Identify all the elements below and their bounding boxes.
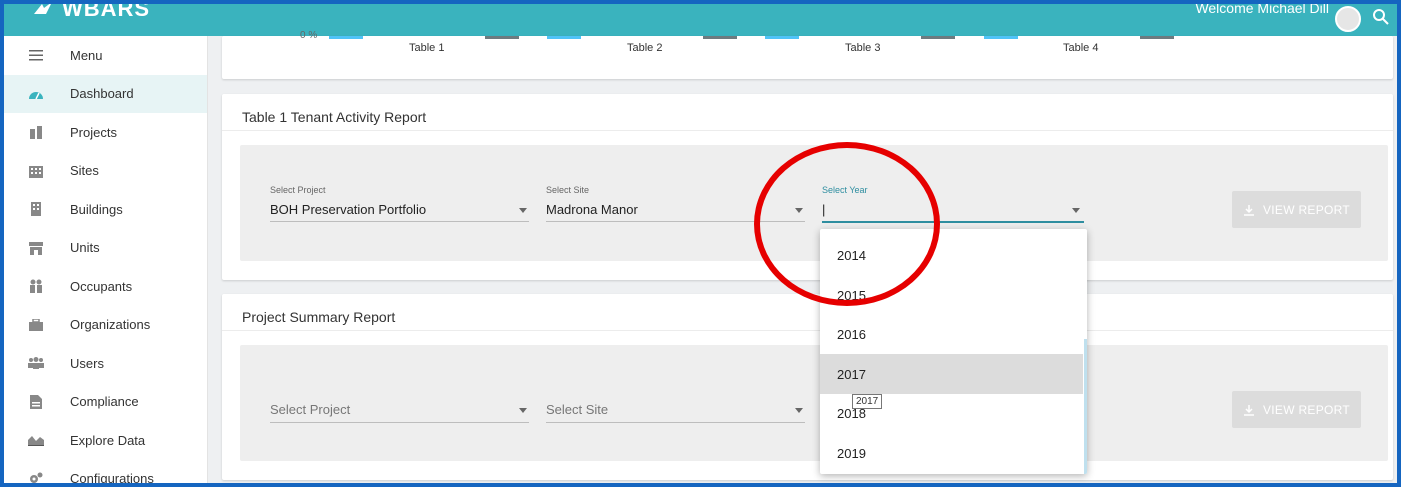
card-title: Project Summary Report [242, 309, 396, 325]
sidebar-item-projects[interactable]: Projects [4, 113, 207, 152]
sidebar-item-label: Units [70, 240, 100, 256]
sites-icon [28, 163, 44, 179]
bar-table-1-a [329, 36, 363, 39]
bar-table-3-a [765, 36, 799, 39]
year-option[interactable]: 2017 [820, 354, 1083, 394]
select-project-field[interactable]: Select Project [270, 402, 529, 423]
field-underline [270, 221, 529, 222]
x-tick-label: Table 3 [845, 42, 881, 54]
x-tick-label: Table 1 [409, 42, 445, 54]
report-filter-panel: Select Project Select Site VIEW REPORT [240, 345, 1388, 461]
field-underline [546, 422, 805, 423]
menu-icon [28, 47, 44, 63]
projects-icon [28, 124, 44, 140]
download-icon [1243, 404, 1254, 416]
card-title: Table 1 Tenant Activity Report [242, 109, 427, 125]
y-axis-zero-label: 0 % [300, 30, 318, 41]
field-label: Select Project [270, 185, 326, 195]
summary-chart-card: 0 % Table 1 Table 2 Table 3 Table 4 [222, 30, 1393, 79]
bar-table-1-b [485, 36, 519, 39]
bar-table-2-b [703, 36, 737, 39]
x-tick-label: Table 2 [627, 42, 663, 54]
sidebar-item-occupants[interactable]: Occupants [4, 267, 207, 306]
sidebar-item-label: Buildings [70, 201, 123, 217]
organizations-icon [28, 317, 44, 333]
chevron-down-icon [1072, 208, 1080, 213]
sidebar-item-label: Projects [70, 124, 117, 140]
welcome-message: Welcome Michael Dill [1195, 0, 1329, 16]
sidebar-item-users[interactable]: Users [4, 344, 207, 383]
field-value: BOH Preservation Portfolio [270, 202, 427, 217]
button-label: VIEW REPORT [1262, 402, 1351, 417]
sidebar-item-label: Occupants [70, 278, 133, 294]
field-label: Select Site [546, 185, 590, 195]
logo-mark-icon [34, 4, 51, 14]
sidebar-item-buildings[interactable]: Buildings [4, 190, 207, 229]
sidebar-item-label: Users [70, 355, 104, 371]
sidebar-item-dashboard[interactable]: Dashboard [4, 74, 207, 113]
compliance-icon [28, 394, 44, 410]
buildings-icon [28, 201, 44, 217]
sidebar-item-label: Configurations [70, 471, 154, 487]
bar-table-4-a [984, 36, 1018, 39]
bar-table-3-b [921, 36, 955, 39]
user-avatar[interactable] [1335, 6, 1361, 32]
sidebar-item-menu[interactable]: Menu [4, 36, 207, 75]
year-option[interactable]: 2016 [820, 314, 1083, 354]
occupants-icon [28, 278, 44, 294]
sidebar-item-sites[interactable]: Sites [4, 152, 207, 191]
button-label: VIEW REPORT [1262, 202, 1351, 217]
field-placeholder: Select Project [270, 402, 351, 417]
sidebar-item-label: Explore Data [70, 432, 146, 448]
bar-table-2-a [547, 36, 581, 39]
field-value: Madrona Manor [546, 202, 638, 217]
chevron-down-icon [795, 408, 803, 413]
sidebar-nav: Menu Dashboard Projects Sites Buildings [4, 36, 208, 487]
app-window: WBARS Welcome Michael Dill Menu Dashboar… [0, 0, 1401, 487]
hover-tooltip: 2017 [852, 394, 883, 409]
units-icon [28, 240, 44, 256]
sidebar-item-label: Dashboard [70, 86, 134, 102]
sidebar-item-label: Organizations [70, 317, 151, 333]
search-icon[interactable] [1371, 8, 1391, 28]
highlight-circle-annotation [754, 142, 940, 306]
sidebar-item-compliance[interactable]: Compliance [4, 383, 207, 422]
bar-table-4-b [1140, 36, 1174, 39]
sidebar-item-organizations[interactable]: Organizations [4, 306, 207, 345]
sidebar-item-label: Compliance [70, 394, 139, 410]
explore-data-icon [28, 432, 44, 448]
field-underline [270, 422, 529, 423]
project-summary-report-card: Project Summary Report Select Project Se… [222, 294, 1393, 480]
view-report-button[interactable]: VIEW REPORT [1232, 191, 1361, 228]
gear-icon [28, 471, 44, 483]
sidebar-item-label: Menu [70, 47, 103, 63]
dropdown-scrollbar[interactable] [1084, 339, 1087, 474]
sidebar-item-explore-data[interactable]: Explore Data [4, 421, 207, 460]
download-icon [1243, 204, 1254, 216]
card-divider [222, 130, 1393, 131]
sidebar-item-units[interactable]: Units [4, 229, 207, 268]
select-site-field[interactable]: Select Site [546, 402, 805, 423]
sidebar-item-configurations[interactable]: Configurations [4, 460, 207, 487]
card-divider [222, 330, 1393, 331]
logo-text: WBARS [62, 0, 151, 21]
x-tick-label: Table 4 [1063, 42, 1099, 54]
sidebar-item-label: Sites [70, 163, 99, 179]
app-logo[interactable]: WBARS [32, 0, 151, 22]
chevron-down-icon [519, 408, 527, 413]
users-icon [28, 355, 44, 371]
year-option[interactable]: 2019 [820, 433, 1083, 473]
top-app-bar: WBARS Welcome Michael Dill [4, 4, 1397, 36]
select-project-field[interactable]: Select Project BOH Preservation Portfoli… [270, 185, 529, 222]
chevron-down-icon [519, 208, 527, 213]
field-placeholder: Select Site [546, 402, 609, 417]
view-report-button[interactable]: VIEW REPORT [1232, 391, 1361, 428]
dashboard-icon [28, 86, 44, 102]
